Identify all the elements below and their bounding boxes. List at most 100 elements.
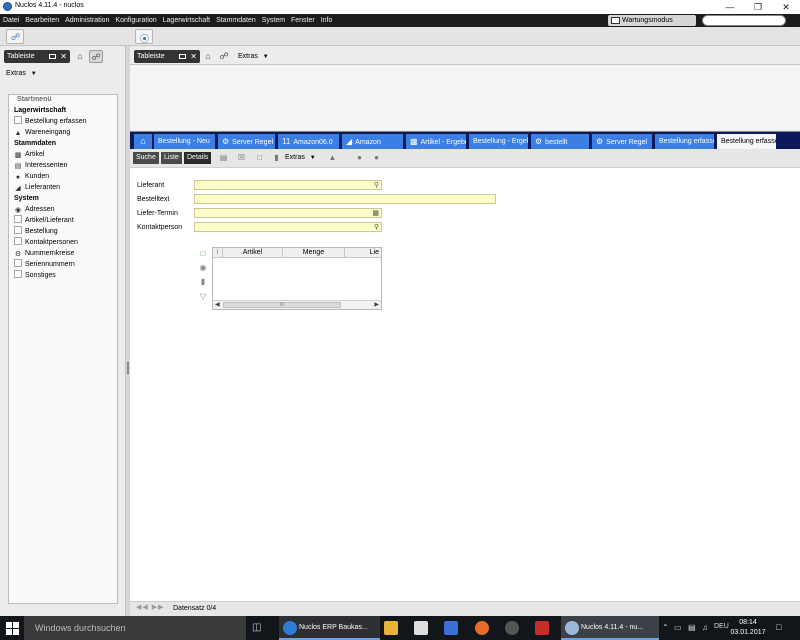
menu-system[interactable]: System xyxy=(260,14,287,27)
menu-stammdaten[interactable]: Stammdaten xyxy=(214,14,258,27)
maximize-icon[interactable]: ❐ xyxy=(744,0,772,14)
volume-icon[interactable]: ♫ xyxy=(702,623,708,632)
filter-icon[interactable]: ▽ xyxy=(198,292,208,302)
store-icon[interactable] xyxy=(414,621,428,635)
liefer-termin-field[interactable]: ▦ xyxy=(194,208,382,218)
home-icon[interactable]: ⌂ xyxy=(201,50,215,63)
taskbar-search-input[interactable]: Windows durchsuchen xyxy=(24,616,246,640)
document-tab[interactable]: ⚙ bestellt xyxy=(531,134,590,149)
app-circle-icon[interactable] xyxy=(505,621,519,635)
start-menu-item[interactable]: ▤ Interessenten xyxy=(14,160,68,171)
start-menu-item[interactable]: ▲ Wareneingang xyxy=(14,127,71,138)
document-tab[interactable]: Bestellung erfassen xyxy=(717,134,777,149)
calendar-icon[interactable]: ▦ xyxy=(372,209,379,218)
menu-lagerwirtschaft[interactable]: Lagerwirtschaft xyxy=(161,14,212,27)
start-menu-item[interactable]: Bestellung erfassen xyxy=(14,116,86,127)
menu-administration[interactable]: Administration xyxy=(63,14,111,27)
network-icon[interactable]: ▤ xyxy=(688,623,696,632)
left-panel-tab-button[interactable]: ☍ xyxy=(6,29,24,44)
content-extras-menu[interactable]: Extras ▼ xyxy=(285,152,316,164)
global-search-input[interactable] xyxy=(702,15,786,26)
delete-row-icon[interactable]: ▮ xyxy=(198,277,208,287)
taskbar-clock[interactable]: 08:14 03.01.2017 xyxy=(728,618,768,638)
record-navigation[interactable]: ◀◀ ▶▶ xyxy=(136,603,164,611)
search-icon[interactable]: ⚲ xyxy=(374,223,379,232)
document-tab[interactable]: 11 Amazon06.0 xyxy=(278,134,340,149)
red-app-icon[interactable] xyxy=(535,621,549,635)
search-icon[interactable]: ⚲ xyxy=(374,181,379,190)
firefox-icon[interactable] xyxy=(475,621,489,635)
menu-konfiguration[interactable]: Konfiguration xyxy=(113,14,158,27)
file-explorer-icon[interactable] xyxy=(384,621,398,635)
tree-view-icon[interactable]: ☍ xyxy=(217,50,231,63)
scroll-thumb[interactable]: III xyxy=(223,302,341,308)
start-menu-item[interactable]: Bestellung xyxy=(14,226,58,237)
scroll-right-icon[interactable]: ▶ xyxy=(374,301,379,310)
minimize-icon[interactable]: — xyxy=(716,0,744,14)
clone-row-icon[interactable]: ◉ xyxy=(198,263,208,273)
start-menu-item[interactable]: ◢ Lieferanten xyxy=(14,182,60,193)
right-tableiste[interactable]: Tableiste ✕ xyxy=(134,50,200,63)
menu-info[interactable]: Info xyxy=(319,14,335,27)
taskbar-app-nuclos[interactable]: Nuclos 4.11.4 - nu... xyxy=(561,616,659,640)
task-view-icon[interactable]: ◫ xyxy=(252,616,268,640)
scroll-left-icon[interactable]: ◀ xyxy=(215,301,220,310)
kontaktperson-field[interactable]: ⚲ xyxy=(194,222,382,232)
tree-view-icon[interactable]: ☍ xyxy=(89,50,103,63)
menu-datei[interactable]: Datei xyxy=(1,14,21,27)
column-artikel[interactable]: Artikel xyxy=(223,248,283,258)
help-icon[interactable]: ● xyxy=(371,152,382,164)
new-document-icon[interactable]: □ xyxy=(254,152,265,164)
maintenance-mode-button[interactable]: Wartungsmodus xyxy=(608,15,696,26)
document-tab[interactable]: ◢ Amazon xyxy=(342,134,404,149)
document-tab[interactable]: ▩Artikel - Ergebnis xyxy=(406,134,467,149)
right-panel-tab-button[interactable]: ⦿ xyxy=(135,29,153,44)
start-menu-item[interactable]: Sonstiges xyxy=(14,270,56,281)
lieferant-field[interactable]: ⚲ xyxy=(194,180,382,190)
document-tab[interactable]: Bestellung - Neu xyxy=(154,134,216,149)
column-lie[interactable]: Lie xyxy=(345,248,381,258)
outlook-icon[interactable] xyxy=(444,621,458,635)
start-menu-item[interactable]: Seriennummern xyxy=(14,259,75,270)
menu-bearbeiten[interactable]: Bearbeiten xyxy=(23,14,61,27)
view-mode-list[interactable]: Liste xyxy=(161,152,182,164)
chevron-up-icon[interactable]: ⌃ xyxy=(662,623,669,632)
right-extras-menu[interactable]: Extras ▼ xyxy=(238,50,269,64)
subform-table[interactable]: i Artikel Menge Lie ◀ III ▶ xyxy=(212,247,382,310)
add-row-icon[interactable]: □ xyxy=(198,249,208,259)
document-tab[interactable]: Bestellung erfassen xyxy=(655,134,715,149)
close-icon[interactable]: ✕ xyxy=(190,50,197,63)
left-extras-menu[interactable]: Extras ▼ xyxy=(6,68,37,80)
start-menu-item[interactable]: ● Kunden xyxy=(14,171,49,182)
taskbar-app-edge[interactable]: Nuclos ERP Baukas... xyxy=(279,616,380,640)
menu-fenster[interactable]: Fenster xyxy=(289,14,317,27)
start-menu-item[interactable]: Artikel/Lieferant xyxy=(14,215,74,226)
start-menu-item[interactable]: ⚙ Nummernkreise xyxy=(14,248,75,259)
home-icon[interactable]: ⌂ xyxy=(73,50,87,63)
splitter-grip[interactable] xyxy=(127,362,129,374)
view-mode-search[interactable]: Suche xyxy=(133,152,159,164)
language-indicator[interactable]: DEU xyxy=(714,623,729,630)
close-icon[interactable]: ✕ xyxy=(772,0,800,14)
horizontal-scrollbar[interactable]: ◀ III ▶ xyxy=(213,300,381,309)
start-menu-item[interactable]: ◉ Adressen xyxy=(14,204,55,215)
document-tab[interactable]: ⚙ Server Regel xyxy=(592,134,653,149)
home-tab-icon[interactable]: ⌂ xyxy=(134,134,152,149)
column-menge[interactable]: Menge xyxy=(283,248,345,258)
bestelltext-field[interactable] xyxy=(194,194,496,204)
document-tab[interactable]: Bestellung - Ergebnis xyxy=(469,134,529,149)
battery-icon[interactable]: ▭ xyxy=(674,623,682,632)
cancel-icon[interactable]: ☒ xyxy=(236,152,247,164)
close-icon[interactable]: ✕ xyxy=(60,50,67,63)
windows-start-icon[interactable] xyxy=(0,616,24,640)
delete-icon[interactable]: ▮ xyxy=(271,152,282,164)
left-tableiste[interactable]: Tableiste ✕ xyxy=(4,50,70,63)
notification-icon[interactable]: □ xyxy=(776,622,781,632)
view-mode-details[interactable]: Details xyxy=(184,152,212,164)
info-icon[interactable]: ● xyxy=(354,152,365,164)
save-icon[interactable]: ▤ xyxy=(218,152,229,164)
start-menu-item[interactable]: Kontaktpersonen xyxy=(14,237,78,248)
print-icon[interactable]: ▲ xyxy=(327,152,338,164)
document-tab[interactable]: ⚙ Server Regel xyxy=(218,134,276,149)
start-menu-item[interactable]: ▩ Artikel xyxy=(14,149,45,160)
